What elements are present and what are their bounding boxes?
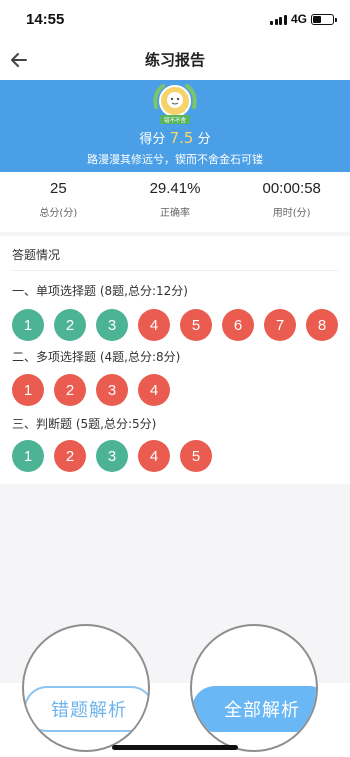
question-list-single-choice: 12345678 [12,309,338,341]
stat-time-used: 00:00:58 用时(分) [233,172,350,232]
status-bar: 14:55 4G [0,0,350,40]
battery-icon [311,13,337,25]
achievement-badge-icon: 错不不舍 [153,84,197,124]
stat-label: 用时(分) [272,208,311,219]
question-wrong-circle[interactable]: 8 [306,309,338,341]
question-correct-circle[interactable]: 3 [96,440,128,472]
section-title: 答题情况 [12,248,61,262]
motto-text: 路漫漫其修远兮，锲而不舍金石可镂 [87,153,263,166]
question-correct-circle[interactable]: 1 [12,309,44,341]
magnifier-left: 错题解析 [22,624,150,752]
nav-bar: 练习报告 [0,40,350,80]
question-list-multiple-choice: 1234 [12,374,170,406]
status-time: 14:55 [26,11,65,28]
question-wrong-circle[interactable]: 7 [264,309,296,341]
question-correct-circle[interactable]: 2 [54,309,86,341]
stat-label: 正确率 [160,208,190,219]
score-unit: 分 [197,132,211,147]
answer-summary: 答题情况 一、单项选择题 (8题,总分:12分) 12345678 二、多项选择… [0,236,350,484]
home-indicator [112,745,238,750]
page-title: 练习报告 [144,51,205,69]
group-title-multiple-choice: 二、多项选择题 (4题,总分:8分) [12,350,181,364]
question-wrong-circle[interactable]: 4 [138,374,170,406]
signal-icon [270,14,287,25]
all-answer-analysis-button[interactable]: 全部解析 [192,686,316,732]
score-value: 7.5 [169,129,194,147]
stat-total-score: 25 总分(分) [0,172,117,232]
stat-value: 25 [49,180,67,197]
question-wrong-circle[interactable]: 4 [138,309,170,341]
wrong-answer-analysis-button[interactable]: 错题解析 [24,686,148,732]
question-wrong-circle[interactable]: 3 [96,374,128,406]
badge-label: 错不不舍 [164,116,187,124]
score-line: 得分 7.5 分 [0,128,350,147]
divider [12,270,338,271]
stat-label: 总分(分) [39,208,78,219]
question-wrong-circle[interactable]: 5 [180,309,212,341]
question-wrong-circle[interactable]: 2 [54,440,86,472]
magnifier-right: 全部解析 [190,624,318,752]
question-wrong-circle[interactable]: 4 [138,440,170,472]
question-correct-circle[interactable]: 3 [96,309,128,341]
question-correct-circle[interactable]: 1 [12,440,44,472]
stat-accuracy: 29.41% 正确率 [117,172,234,232]
stat-value: 00:00:58 [262,180,321,197]
group-title-single-choice: 一、单项选择题 (8题,总分:12分) [12,284,188,298]
score-banner: 错不不舍 得分 7.5 分 路漫漫其修远兮，锲而不舍金石可镂 [0,80,350,172]
question-wrong-circle[interactable]: 6 [222,309,254,341]
stats-row: 25 总分(分) 29.41% 正确率 00:00:58 用时(分) [0,172,350,232]
question-list-true-false: 12345 [12,440,212,472]
question-wrong-circle[interactable]: 5 [180,440,212,472]
stat-value: 29.41% [149,180,201,197]
question-wrong-circle[interactable]: 2 [54,374,86,406]
question-wrong-circle[interactable]: 1 [12,374,44,406]
group-title-true-false: 三、判断题 (5题,总分:5分) [12,417,157,431]
network-label: 4G [290,12,307,26]
score-prefix: 得分 [139,132,166,147]
status-indicators: 4G [270,12,337,26]
